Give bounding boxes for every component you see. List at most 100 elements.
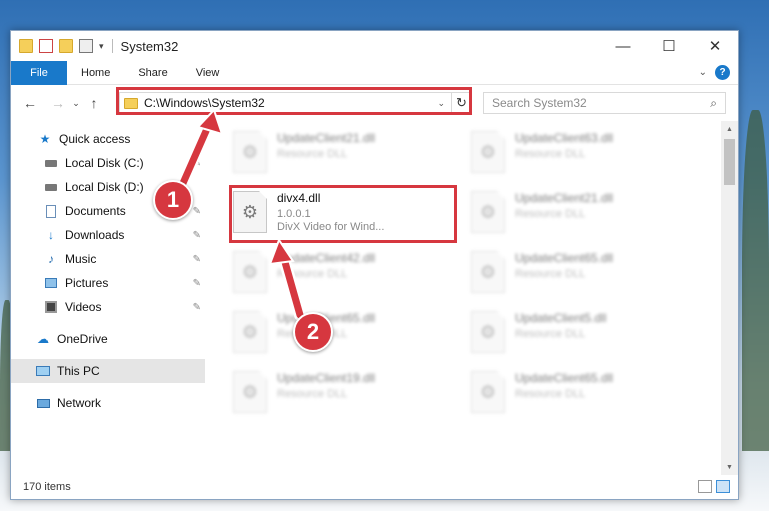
expand-ribbon-icon[interactable]: ⌄ (699, 67, 707, 78)
up-arrow-icon[interactable]: ↑ (83, 95, 105, 111)
file-description: DivX Video for Wind... (277, 221, 385, 233)
sidebar-item-label: Downloads (65, 228, 125, 242)
recent-locations-icon[interactable]: ⌄ (69, 98, 83, 109)
window-title: System32 (120, 38, 179, 54)
sidebar-item-videos[interactable]: Videos ✎ (11, 295, 205, 319)
sidebar-item-music[interactable]: ♪ Music ✎ (11, 247, 205, 271)
file-item[interactable]: ⚙ UpdateClient63.dll Resource DLL (467, 125, 697, 179)
file-name: UpdateClient19.dll (277, 371, 376, 385)
file-item[interactable]: ⚙ UpdateClient65.dll Resource DLL (229, 305, 459, 359)
downloads-icon: ↓ (48, 228, 54, 242)
file-type: Resource DLL (515, 388, 586, 400)
cloud-icon: ☁ (37, 332, 49, 346)
title-separator (111, 39, 113, 53)
file-item[interactable]: ⚙ UpdateClient42.dll Resource DLL (229, 245, 459, 299)
pin-icon: ✎ (192, 229, 201, 241)
step-1-marker: 1 (153, 180, 193, 220)
pin-icon: ✎ (192, 301, 201, 313)
scroll-down-icon[interactable]: ▼ (721, 459, 738, 475)
qat-dropdown-icon[interactable]: ▾ (99, 41, 104, 52)
dll-file-icon: ⚙ (471, 251, 505, 293)
folder-icon (124, 97, 138, 109)
title-bar: ▾ System32 — ☐ ✕ (11, 31, 738, 61)
close-button[interactable]: ✕ (692, 31, 738, 61)
dll-file-icon: ⚙ (233, 371, 267, 413)
pin-icon: ✎ (192, 157, 201, 169)
dll-file-icon: ⚙ (233, 131, 267, 173)
scroll-up-icon[interactable]: ▲ (721, 121, 738, 137)
file-name: UpdateClient5.dll (515, 311, 607, 325)
sidebar-item-label: Network (57, 396, 102, 410)
file-name: UpdateClient65.dll (515, 371, 614, 385)
sidebar-item-downloads[interactable]: ↓ Downloads ✎ (11, 223, 205, 247)
file-item[interactable]: ⚙ UpdateClient19.dll Resource DLL (229, 365, 459, 419)
sidebar-item-label: Local Disk (C:) (65, 156, 144, 170)
help-icon[interactable]: ? (715, 65, 730, 80)
drive-icon (43, 156, 59, 170)
sidebar-item-label: Pictures (65, 276, 109, 290)
file-item[interactable]: ⚙ UpdateClient5.dll Resource DLL (467, 305, 697, 359)
properties-icon[interactable] (39, 39, 53, 53)
ribbon-tabs: File Home Share View ⌄ ? (11, 60, 738, 85)
tab-share[interactable]: Share (138, 67, 167, 79)
customize-qat-icon[interactable] (79, 39, 93, 53)
dll-file-icon: ⚙ (233, 191, 267, 233)
sidebar-item-onedrive[interactable]: ☁ OneDrive (11, 327, 205, 351)
file-name: UpdateClient21.dll (515, 191, 614, 205)
dll-file-icon: ⚙ (471, 311, 505, 353)
vertical-scrollbar[interactable]: ▲ ▼ (721, 121, 738, 475)
refresh-icon[interactable]: ↻ (451, 93, 471, 113)
file-item[interactable]: ⚙ UpdateClient21.dll Resource DLL (467, 185, 697, 239)
folder-icon (19, 39, 33, 53)
file-item-divx4[interactable]: ⚙ divx4.dll 1.0.0.1 DivX Video for Wind.… (229, 185, 459, 239)
dll-file-icon: ⚙ (471, 371, 505, 413)
dll-file-icon: ⚙ (233, 311, 267, 353)
file-type: Resource DLL (277, 388, 348, 400)
pin-icon: ✎ (192, 253, 201, 265)
sidebar-item-quick-access[interactable]: ★ Quick access (11, 127, 205, 151)
file-name: divx4.dll (277, 191, 321, 205)
large-icons-view-icon[interactable] (716, 480, 730, 493)
scroll-thumb[interactable] (724, 139, 735, 185)
navigation-pane: ★ Quick access Local Disk (C:) ✎ Local D… (11, 121, 205, 475)
address-path[interactable]: C:\Windows\System32 (144, 96, 437, 110)
sidebar-item-this-pc[interactable]: This PC (11, 359, 205, 383)
new-folder-icon[interactable] (59, 39, 73, 53)
back-arrow-icon[interactable]: ← (19, 95, 41, 111)
computer-icon (35, 364, 51, 378)
file-type: Resource DLL (515, 148, 586, 160)
search-input[interactable]: Search System32 (492, 96, 710, 110)
file-item[interactable]: ⚙ UpdateClient65.dll Resource DLL (467, 245, 697, 299)
file-name: UpdateClient63.dll (515, 131, 614, 145)
file-name: UpdateClient65.dll (515, 251, 614, 265)
address-dropdown-icon[interactable]: ⌄ (437, 98, 445, 109)
sidebar-item-label: Documents (65, 204, 126, 218)
search-box[interactable]: Search System32 ⌕ (483, 92, 726, 114)
drive-icon (43, 180, 59, 194)
file-item[interactable]: ⚙ UpdateClient21.dll Resource DLL (229, 125, 459, 179)
maximize-button[interactable]: ☐ (646, 31, 692, 61)
network-icon (35, 396, 51, 410)
sidebar-item-label: This PC (57, 364, 100, 378)
main-area: ★ Quick access Local Disk (C:) ✎ Local D… (11, 121, 738, 475)
address-row: ← → ⌄ ↑ C:\Windows\System32 ⌄ ↻ Search S… (11, 85, 738, 121)
file-list: ⚙ UpdateClient21.dll Resource DLL ⚙ divx… (205, 121, 738, 475)
address-bar[interactable]: C:\Windows\System32 ⌄ ↻ (119, 92, 472, 114)
search-icon: ⌕ (710, 95, 717, 110)
file-explorer-window: ▾ System32 — ☐ ✕ File Home Share View ⌄ … (10, 30, 739, 500)
minimize-button[interactable]: — (600, 31, 646, 61)
videos-icon (43, 300, 59, 314)
details-view-icon[interactable] (698, 480, 712, 493)
tab-home[interactable]: Home (81, 67, 110, 79)
sidebar-item-network[interactable]: Network (11, 391, 205, 415)
file-item[interactable]: ⚙ UpdateClient65.dll Resource DLL (467, 365, 697, 419)
file-type: Resource DLL (515, 208, 586, 220)
forward-arrow-icon[interactable]: → (47, 95, 69, 111)
tab-view[interactable]: View (196, 67, 220, 79)
tab-file[interactable]: File (11, 60, 67, 85)
file-type: Resource DLL (277, 268, 348, 280)
sidebar-item-label: Quick access (59, 132, 131, 146)
sidebar-item-local-disk-c[interactable]: Local Disk (C:) ✎ (11, 151, 205, 175)
item-count: 170 items (23, 481, 71, 493)
sidebar-item-pictures[interactable]: Pictures ✎ (11, 271, 205, 295)
